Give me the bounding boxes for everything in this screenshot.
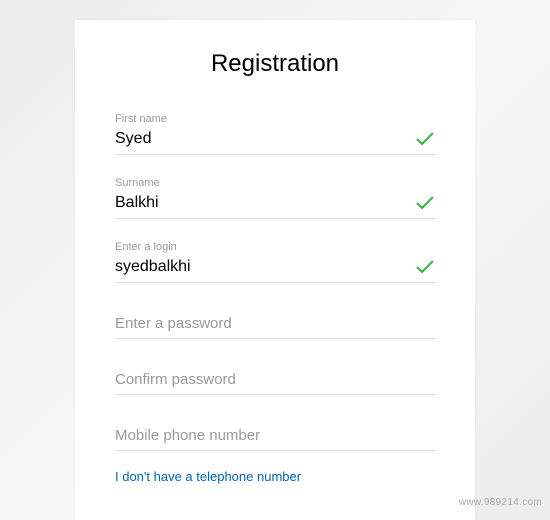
confirm-password-field	[115, 361, 435, 395]
login-label: Enter a login	[115, 241, 435, 253]
no-phone-link[interactable]: I don't have a telephone number	[115, 469, 435, 484]
surname-label: Surname	[115, 177, 435, 189]
password-input[interactable]	[115, 305, 435, 339]
password-field	[115, 305, 435, 339]
check-icon	[415, 259, 435, 275]
phone-field	[115, 417, 435, 451]
first-name-input[interactable]	[115, 128, 435, 155]
surname-input[interactable]	[115, 192, 435, 219]
registration-card: Registration First name Surname Enter a …	[75, 20, 475, 520]
page-title: Registration	[115, 50, 435, 78]
check-icon	[415, 131, 435, 147]
surname-field: Surname	[115, 177, 435, 219]
first-name-field: First name	[115, 113, 435, 155]
check-icon	[415, 195, 435, 211]
first-name-label: First name	[115, 113, 435, 125]
login-input[interactable]	[115, 256, 435, 283]
phone-input[interactable]	[115, 417, 435, 451]
watermark-text: www.989214.com	[459, 497, 542, 508]
confirm-password-input[interactable]	[115, 361, 435, 395]
login-field: Enter a login	[115, 241, 435, 283]
